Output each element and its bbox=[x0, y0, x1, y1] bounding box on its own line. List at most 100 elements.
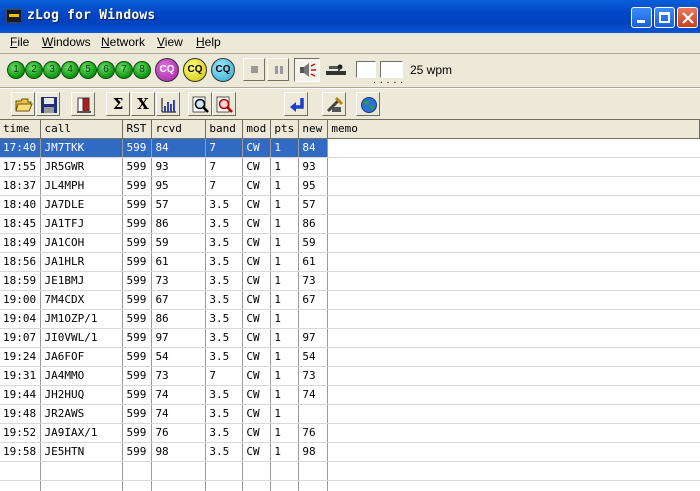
cw-speed-slider-box-2[interactable] bbox=[380, 61, 403, 78]
cq-1-button[interactable]: CQ bbox=[155, 58, 179, 82]
check-multi-button[interactable] bbox=[212, 92, 236, 116]
cell-rst[interactable]: 599 bbox=[122, 366, 153, 386]
cell-new[interactable]: 59 bbox=[298, 233, 329, 253]
minimize-button[interactable] bbox=[631, 7, 652, 28]
menu-windows[interactable]: Windows bbox=[42, 35, 91, 49]
cell-time[interactable]: 19:24 bbox=[0, 347, 42, 367]
cell-rcvd[interactable]: 95 bbox=[151, 176, 207, 196]
cell-memo[interactable] bbox=[327, 271, 700, 291]
table-row[interactable]: 18:37 JL4MPH 599 95 7 CW 1 95 bbox=[0, 176, 700, 196]
menu-help[interactable]: Help bbox=[196, 35, 221, 49]
cell-pts[interactable]: 1 bbox=[270, 347, 300, 367]
pause-button[interactable] bbox=[267, 58, 289, 81]
multiplier-button[interactable]: X bbox=[131, 92, 155, 116]
cell-call[interactable]: JA7DLE bbox=[40, 195, 124, 215]
cell-call[interactable]: 7M4CDX bbox=[40, 290, 124, 310]
table-row[interactable]: 18:45 JA1TFJ 599 86 3.5 CW 1 86 bbox=[0, 214, 700, 234]
cell-pts[interactable]: 1 bbox=[270, 423, 300, 443]
cell-memo[interactable] bbox=[327, 328, 700, 348]
cell-band[interactable]: 3.5 bbox=[205, 328, 244, 348]
cell-rst[interactable]: 599 bbox=[122, 214, 153, 234]
cell-new[interactable]: 84 bbox=[298, 138, 329, 158]
cell-pts[interactable]: 1 bbox=[270, 271, 300, 291]
cell-rcvd[interactable]: 97 bbox=[151, 328, 207, 348]
cell-rcvd[interactable]: 61 bbox=[151, 252, 207, 272]
empty-cell[interactable] bbox=[298, 480, 329, 491]
column-header-time[interactable]: time bbox=[0, 120, 42, 139]
close-button[interactable] bbox=[677, 7, 698, 28]
cell-mod[interactable]: CW bbox=[242, 157, 272, 177]
table-row[interactable]: 19:31 JA4MMO 599 73 7 CW 1 73 bbox=[0, 366, 700, 386]
cell-rst[interactable]: 599 bbox=[122, 328, 153, 348]
cell-band[interactable]: 3.5 bbox=[205, 195, 244, 215]
cell-band[interactable]: 3.5 bbox=[205, 309, 244, 329]
summary-button[interactable]: Σ bbox=[106, 92, 130, 116]
cell-time[interactable]: 19:52 bbox=[0, 423, 42, 443]
cell-mod[interactable]: CW bbox=[242, 328, 272, 348]
cell-rcvd[interactable]: 73 bbox=[151, 366, 207, 386]
empty-cell[interactable] bbox=[0, 480, 42, 491]
cell-rcvd[interactable]: 86 bbox=[151, 309, 207, 329]
cell-mod[interactable]: CW bbox=[242, 271, 272, 291]
column-header-new[interactable]: new bbox=[298, 120, 329, 139]
cell-rcvd[interactable]: 59 bbox=[151, 233, 207, 253]
cell-pts[interactable]: 1 bbox=[270, 404, 300, 424]
cell-mod[interactable]: CW bbox=[242, 252, 272, 272]
cell-rst[interactable]: 599 bbox=[122, 157, 153, 177]
empty-cell[interactable] bbox=[242, 461, 272, 481]
cell-mod[interactable]: CW bbox=[242, 233, 272, 253]
cell-pts[interactable]: 1 bbox=[270, 176, 300, 196]
table-row[interactable]: 18:59 JE1BMJ 599 73 3.5 CW 1 73 bbox=[0, 271, 700, 291]
cell-rcvd[interactable]: 84 bbox=[151, 138, 207, 158]
cw-message-5-button[interactable]: 5 bbox=[79, 61, 97, 79]
maximize-button[interactable] bbox=[654, 7, 675, 28]
empty-cell[interactable] bbox=[327, 480, 700, 491]
title-bar[interactable]: zLog for Windows bbox=[0, 0, 700, 33]
cell-rst[interactable]: 599 bbox=[122, 176, 153, 196]
qso-log-grid[interactable]: time call RST rcvd band mod pts new memo 17:40 JM… bbox=[0, 119, 700, 491]
cq-2-button[interactable]: CQ bbox=[183, 58, 207, 82]
table-row[interactable]: 17:40 JM7TKK 599 84 7 CW 1 84 bbox=[0, 138, 700, 158]
column-header-mod[interactable]: mod bbox=[242, 120, 272, 139]
cell-mod[interactable]: CW bbox=[242, 195, 272, 215]
cell-new[interactable]: 98 bbox=[298, 442, 329, 462]
cell-call[interactable]: JA1HLR bbox=[40, 252, 124, 272]
options-button[interactable] bbox=[322, 92, 346, 116]
cluster-button[interactable] bbox=[356, 92, 380, 116]
cell-new[interactable]: 97 bbox=[298, 328, 329, 348]
table-row[interactable]: 19:48 JR2AWS 599 74 3.5 CW 1 bbox=[0, 404, 700, 424]
cell-mod[interactable]: CW bbox=[242, 138, 272, 158]
empty-row[interactable] bbox=[0, 480, 700, 491]
cell-mod[interactable]: CW bbox=[242, 423, 272, 443]
cell-memo[interactable] bbox=[327, 214, 700, 234]
score-chart-button[interactable] bbox=[156, 92, 180, 116]
table-row[interactable]: 19:58 JE5HTN 599 98 3.5 CW 1 98 bbox=[0, 442, 700, 462]
cell-band[interactable]: 7 bbox=[205, 157, 244, 177]
cell-rcvd[interactable]: 76 bbox=[151, 423, 207, 443]
empty-row[interactable] bbox=[0, 461, 700, 481]
cell-new[interactable]: 57 bbox=[298, 195, 329, 215]
cell-rst[interactable]: 599 bbox=[122, 271, 153, 291]
cell-rst[interactable]: 599 bbox=[122, 347, 153, 367]
cell-new[interactable]: 74 bbox=[298, 385, 329, 405]
table-row[interactable]: 19:24 JA6FOF 599 54 3.5 CW 1 54 bbox=[0, 347, 700, 367]
cell-band[interactable]: 3.5 bbox=[205, 214, 244, 234]
cell-rst[interactable]: 599 bbox=[122, 233, 153, 253]
cell-call[interactable]: JH2HUQ bbox=[40, 385, 124, 405]
cell-call[interactable]: JA1COH bbox=[40, 233, 124, 253]
cell-new[interactable]: 76 bbox=[298, 423, 329, 443]
cell-memo[interactable] bbox=[327, 157, 700, 177]
table-row[interactable]: 18:56 JA1HLR 599 61 3.5 CW 1 61 bbox=[0, 252, 700, 272]
cell-memo[interactable] bbox=[327, 404, 700, 424]
cell-memo[interactable] bbox=[327, 195, 700, 215]
cw-key-icon[interactable] bbox=[324, 62, 348, 78]
cell-call[interactable]: JA1TFJ bbox=[40, 214, 124, 234]
cell-rst[interactable]: 599 bbox=[122, 309, 153, 329]
empty-cell[interactable] bbox=[151, 461, 207, 481]
column-header-band[interactable]: band bbox=[205, 120, 244, 139]
cell-time[interactable]: 17:55 bbox=[0, 157, 42, 177]
cell-time[interactable]: 19:48 bbox=[0, 404, 42, 424]
menu-view[interactable]: View bbox=[157, 35, 183, 49]
cell-band[interactable]: 3.5 bbox=[205, 442, 244, 462]
cell-mod[interactable]: CW bbox=[242, 214, 272, 234]
